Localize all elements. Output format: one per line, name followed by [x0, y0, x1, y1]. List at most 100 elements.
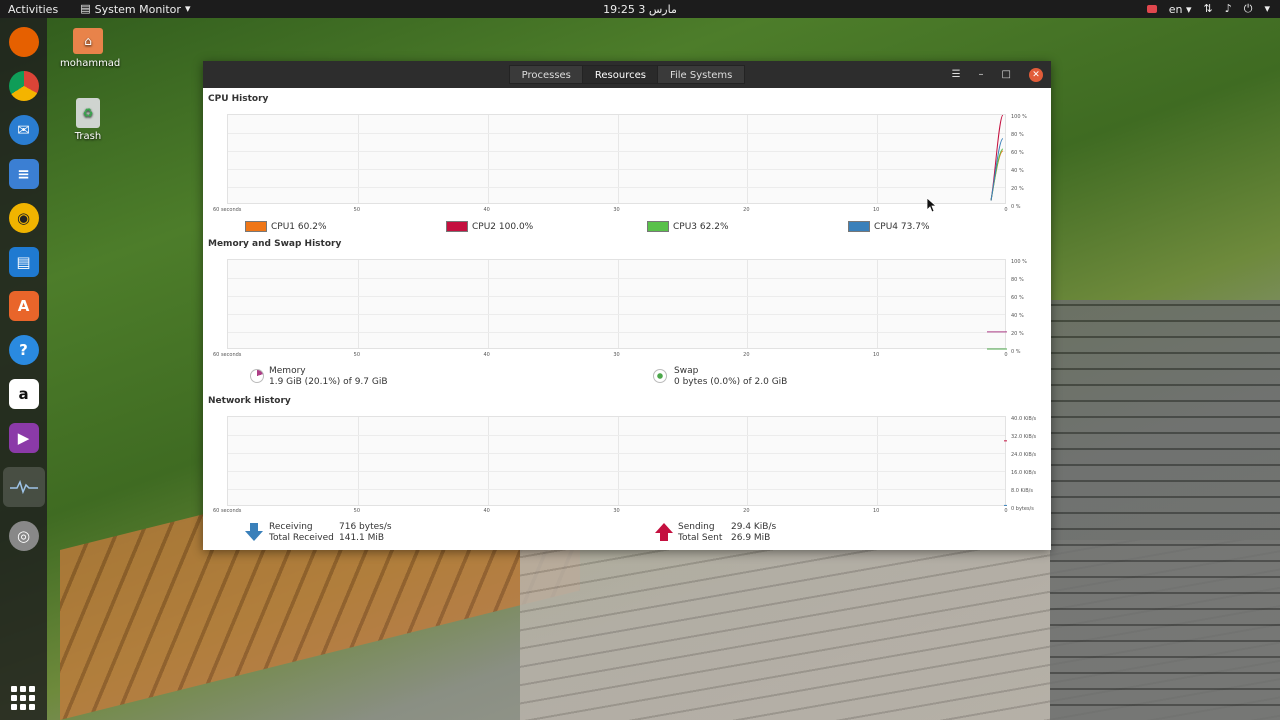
- memory-y-tick: 80 %: [1011, 277, 1024, 283]
- system-monitor-icon[interactable]: [2, 467, 45, 507]
- software-icon[interactable]: A: [8, 291, 39, 321]
- cpu4-color-swatch[interactable]: [848, 221, 870, 232]
- files-icon[interactable]: ≡: [8, 159, 39, 189]
- app-menu[interactable]: ▤ System Monitor ▾: [80, 0, 190, 18]
- maximize-icon[interactable]: □: [1002, 69, 1011, 80]
- memory-legend: Memory 1.9 GiB (20.1%) of 9.7 GiB: [269, 366, 388, 388]
- cpu-y-tick: 100 %: [1011, 114, 1027, 120]
- rhythmbox-icon[interactable]: ◉: [8, 203, 39, 233]
- cpu4-value: 73.7%: [900, 221, 930, 232]
- swap-legend: Swap 0 bytes (0.0%) of 2.0 GiB: [674, 366, 787, 388]
- cpu-lines: [990, 115, 1004, 201]
- cpu1-color-swatch[interactable]: [245, 221, 267, 232]
- cpu-history-graph: [227, 114, 1006, 204]
- sending-legend: Sending Total Sent: [678, 522, 722, 544]
- network-x-tick: 40: [483, 508, 490, 514]
- power-icon[interactable]: ⏻: [1244, 0, 1253, 18]
- trash-icon: ♻: [76, 98, 100, 128]
- network-x-tick: 60 seconds: [213, 508, 242, 514]
- volume-icon[interactable]: ♪: [1225, 0, 1232, 18]
- swap-pie-icon[interactable]: [653, 369, 667, 383]
- activities-button[interactable]: Activities: [0, 3, 66, 16]
- network-icon[interactable]: ⇅: [1204, 0, 1213, 18]
- thunderbird-icon[interactable]: ✉: [8, 115, 39, 145]
- network-y-tick: 32.0 KiB/s: [1011, 434, 1037, 440]
- tab-file-systems[interactable]: File Systems: [656, 65, 746, 84]
- cpu2-label: CPU2: [472, 221, 497, 232]
- memory-lines: [987, 331, 1007, 350]
- desktop-trash[interactable]: ♻ Trash: [66, 98, 110, 142]
- home-folder-label: mohammad: [60, 58, 121, 69]
- cpu-x-tick: 60 seconds: [213, 207, 242, 213]
- network-lines: [1004, 440, 1007, 506]
- trash-label: Trash: [74, 131, 102, 142]
- memory-x-tick: 50: [353, 352, 361, 358]
- network-history-title: Network History: [208, 396, 291, 406]
- show-applications-icon[interactable]: [11, 686, 35, 710]
- cpu-x-tick: 30: [613, 207, 620, 213]
- memory-y-tick: 100 %: [1011, 259, 1027, 265]
- receiving-arrow-icon: [245, 523, 263, 541]
- menu-icon[interactable]: ☰: [952, 69, 961, 80]
- desktop-home-folder[interactable]: ⌂ mohammad: [60, 28, 121, 69]
- language-indicator[interactable]: en ▾: [1169, 3, 1192, 16]
- language-label: en: [1168, 2, 1183, 16]
- cpu3-color-swatch[interactable]: [647, 221, 669, 232]
- total-received-value: 141.1 MiB: [339, 533, 385, 543]
- total-sent-label: Total Sent: [678, 533, 723, 543]
- cpu1-legend[interactable]: CPU1 60.2%: [245, 221, 327, 232]
- memory-x-tick: 0: [1004, 352, 1008, 358]
- memory-value: 1.9 GiB (20.1%) of 9.7 GiB: [269, 377, 388, 387]
- cpu2-color-swatch[interactable]: [446, 221, 468, 232]
- sending-value: 29.4 KiB/s: [731, 522, 777, 532]
- sending-label: Sending: [678, 522, 715, 532]
- caret-down-icon[interactable]: ▾: [1264, 0, 1270, 18]
- memory-history-graph: [227, 259, 1007, 350]
- receiving-value: 716 bytes/s: [339, 522, 392, 532]
- close-icon[interactable]: ✕: [1029, 67, 1043, 82]
- dvd-icon[interactable]: ◎: [8, 521, 39, 551]
- mouse-pointer-icon: [927, 198, 937, 212]
- writer-icon[interactable]: ▤: [8, 247, 39, 277]
- memory-x-tick: 10: [872, 352, 880, 358]
- cpu3-value: 62.2%: [699, 221, 729, 232]
- memory-y-tick: 40 %: [1011, 313, 1024, 319]
- sending-values: 29.4 KiB/s 26.9 MiB: [731, 522, 776, 544]
- help-icon[interactable]: ?: [8, 335, 39, 365]
- firefox-icon[interactable]: [8, 27, 39, 57]
- cpu3-line: [990, 148, 1004, 201]
- cpu-y-tick: 60 %: [1011, 150, 1024, 156]
- network-x-axis: 60 seconds 50 40 30 20 10 0: [213, 508, 1013, 516]
- tab-resources[interactable]: Resources: [581, 65, 659, 84]
- clock[interactable]: 19:25 مارس 3: [0, 3, 1280, 16]
- network-x-tick: 0: [1004, 508, 1008, 514]
- chrome-icon[interactable]: [8, 71, 39, 101]
- cpu1-value: 60.2%: [297, 221, 327, 232]
- cpu3-legend[interactable]: CPU3 62.2%: [647, 221, 729, 232]
- memory-y-tick: 20 %: [1011, 331, 1024, 337]
- cpu2-legend[interactable]: CPU2 100.0%: [446, 221, 533, 232]
- network-x-tick: 10: [872, 508, 880, 514]
- video-icon[interactable]: ▶: [8, 423, 39, 453]
- memory-x-tick: 20: [743, 352, 750, 358]
- dock: ✉ ≡ ◉ ▤ A ? a ▶ ◎: [0, 18, 47, 720]
- network-x-tick: 30: [613, 508, 620, 514]
- wallpaper-stone-wall: [1050, 300, 1280, 720]
- network-history-graph: [227, 416, 1007, 506]
- cpu-x-tick: 10: [872, 207, 880, 213]
- network-x-tick: 50: [353, 508, 361, 514]
- memory-pie-icon[interactable]: [250, 369, 264, 383]
- memory-x-axis: 60 seconds 50 40 30 20 10 0: [213, 352, 1013, 360]
- cpu2-value: 100.0%: [498, 221, 534, 232]
- cpu4-legend[interactable]: CPU4 73.7%: [848, 221, 930, 232]
- caret-down-icon: ▾: [184, 2, 191, 15]
- system-monitor-window: Processes Resources File Systems ☰ – □ ✕…: [203, 61, 1051, 550]
- swap-value: 0 bytes (0.0%) of 2.0 GiB: [674, 377, 788, 387]
- cpu-y-tick: 20 %: [1011, 186, 1024, 192]
- network-y-tick: 16.0 KiB/s: [1011, 470, 1037, 476]
- amazon-icon[interactable]: a: [8, 379, 39, 409]
- tab-processes[interactable]: Processes: [508, 65, 584, 84]
- sending-arrow-icon: [655, 523, 673, 541]
- minimize-icon[interactable]: –: [979, 69, 984, 80]
- screen-record-icon[interactable]: [1146, 5, 1157, 13]
